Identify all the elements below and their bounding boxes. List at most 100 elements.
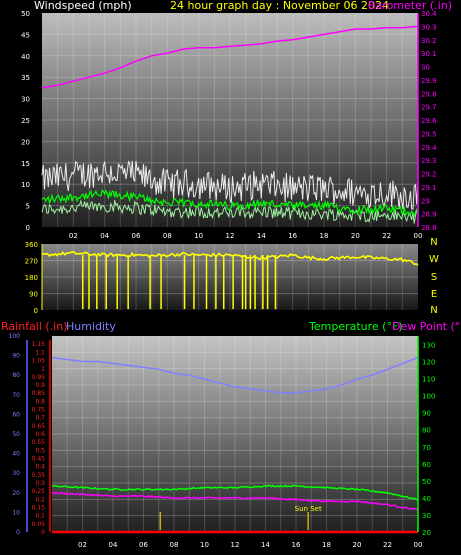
humidity-tick: 10 <box>12 509 20 516</box>
temperature-tick: 80 <box>422 427 431 435</box>
windspeed-tick: 40 <box>21 53 30 61</box>
rainfall-tick: 0.55 <box>32 439 46 446</box>
compass-labels: NWSEN <box>429 237 439 316</box>
chart-title: 24 hour graph day : November 06 2024 <box>170 0 389 12</box>
rainfall-tick: 0.75 <box>32 407 46 414</box>
x-tick-top: 08 <box>163 232 172 240</box>
wind-direction-tick: 90 <box>29 291 38 299</box>
windspeed-tick: 25 <box>21 117 30 125</box>
barometer-tick: 30.4 <box>421 10 437 18</box>
barometer-axis-label: Barometer (.in) <box>368 0 452 12</box>
humidity-tick: 50 <box>12 431 20 438</box>
x-tick-bottom: 16 <box>292 541 301 549</box>
humidity-tick: 70 <box>12 392 20 399</box>
barometer-tick: 29.5 <box>421 130 437 138</box>
temperature-tick: 90 <box>422 410 431 418</box>
temperature-tick: 70 <box>422 444 431 452</box>
barometer-tick: 28.9 <box>421 211 437 219</box>
x-tick-top: 10 <box>194 232 203 240</box>
humidity-tick: 30 <box>12 470 20 477</box>
x-tick-bottom: 20 <box>353 541 362 549</box>
rainfall-tick: 0.8 <box>35 398 45 405</box>
humidity-axis-label: Humidity <box>66 320 116 333</box>
barometer-tick: 29 <box>421 197 430 205</box>
barometer-tick: 30.1 <box>421 50 437 58</box>
x-tick-bottom: 00 <box>414 541 423 549</box>
x-tick-bottom: 04 <box>109 541 118 549</box>
barometer-tick: 29.7 <box>421 104 437 112</box>
temperature-tick: 130 <box>422 342 435 350</box>
x-tick-bottom: 10 <box>200 541 209 549</box>
temperature-tick: 100 <box>422 393 435 401</box>
temperature-tick: 40 <box>422 495 431 503</box>
windspeed-axis-label: Windspeed (mph) <box>34 0 132 12</box>
rainfall-tick: 0.05 <box>32 521 46 528</box>
windspeed-tick: 50 <box>21 10 30 18</box>
barometer-tick: 29.9 <box>421 77 437 85</box>
rainfall-axis-label: Rainfall (.in) <box>1 320 68 333</box>
rainfall-tick: 0.6 <box>35 431 45 438</box>
wind-direction-tick: 0 <box>34 307 38 315</box>
barometer-tick: 30.3 <box>421 23 437 31</box>
rainfall-tick: 0 <box>41 529 45 536</box>
windspeed-tick: 35 <box>21 74 30 82</box>
x-tick-bottom: 12 <box>231 541 240 549</box>
temperature-tick: 20 <box>422 529 431 537</box>
x-tick-top: 00 <box>414 232 423 240</box>
rainfall-tick: 1.15 <box>32 341 46 348</box>
rainfall-tick: 1 <box>41 366 45 373</box>
wind-direction-tick: 180 <box>25 274 38 282</box>
x-tick-top: 16 <box>288 232 297 240</box>
humidity-tick: 20 <box>12 490 20 497</box>
windspeed-tick: 30 <box>21 96 30 104</box>
windspeed-tick: 45 <box>21 31 30 39</box>
rainfall-tick: 0.2 <box>35 496 45 503</box>
compass-letter: E <box>431 289 437 300</box>
rainfall-tick: 0.95 <box>32 374 46 381</box>
barometer-tick: 29.6 <box>421 117 437 125</box>
humidity-tick: 100 <box>9 333 21 340</box>
rainfall-tick: 1.05 <box>32 358 46 365</box>
x-tick-top: 12 <box>226 232 235 240</box>
rainfall-tick: 0.85 <box>32 390 46 397</box>
rainfall-tick: 0.5 <box>35 447 45 454</box>
barometer-tick: 30 <box>421 64 430 72</box>
x-tick-top: 06 <box>132 232 141 240</box>
x-tick-bottom: 14 <box>261 541 270 549</box>
x-tick-bottom: 08 <box>170 541 179 549</box>
temperature-tick: 60 <box>422 461 431 469</box>
rainfall-tick: 0.15 <box>32 505 46 512</box>
rainfall-tick: 0.65 <box>32 423 46 430</box>
humidity-tick: 0 <box>16 529 20 536</box>
windspeed-tick: 20 <box>21 138 30 146</box>
barometer-tick: 29.3 <box>421 157 437 165</box>
rainfall-tick: 0.1 <box>35 513 45 520</box>
x-tick-top: 04 <box>100 232 109 240</box>
x-tick-top: 18 <box>320 232 329 240</box>
humidity-tick: 40 <box>12 451 20 458</box>
rainfall-tick: 0.3 <box>35 480 45 487</box>
rainfall-tick: 0.4 <box>35 464 45 471</box>
humidity-tick: 80 <box>12 372 20 379</box>
windspeed-tick: 5 <box>26 203 30 211</box>
rainfall-tick: 0.9 <box>35 382 45 389</box>
compass-letter: S <box>431 272 437 283</box>
barometer-tick: 30.2 <box>421 37 437 45</box>
x-tick-top: 20 <box>351 232 360 240</box>
windspeed-tick: 15 <box>21 160 30 168</box>
compass-letter: N <box>430 237 437 248</box>
windspeed-tick: 10 <box>21 181 30 189</box>
rainfall-tick: 0.25 <box>32 488 46 495</box>
x-tick-bottom: 06 <box>139 541 148 549</box>
x-tick-top: 02 <box>69 232 78 240</box>
temperature-tick: 30 <box>422 512 431 520</box>
barometer-tick: 29.2 <box>421 171 437 179</box>
rainfall-tick: 1.1 <box>35 349 45 356</box>
humidity-tick: 60 <box>12 411 20 418</box>
barometer-tick: 29.1 <box>421 184 437 192</box>
barometer-tick: 29.8 <box>421 90 437 98</box>
compass-letter: W <box>429 254 439 265</box>
x-tick-top: 14 <box>257 232 266 240</box>
rainfall-tick: 0.35 <box>32 472 46 479</box>
compass-letter: N <box>430 305 437 316</box>
